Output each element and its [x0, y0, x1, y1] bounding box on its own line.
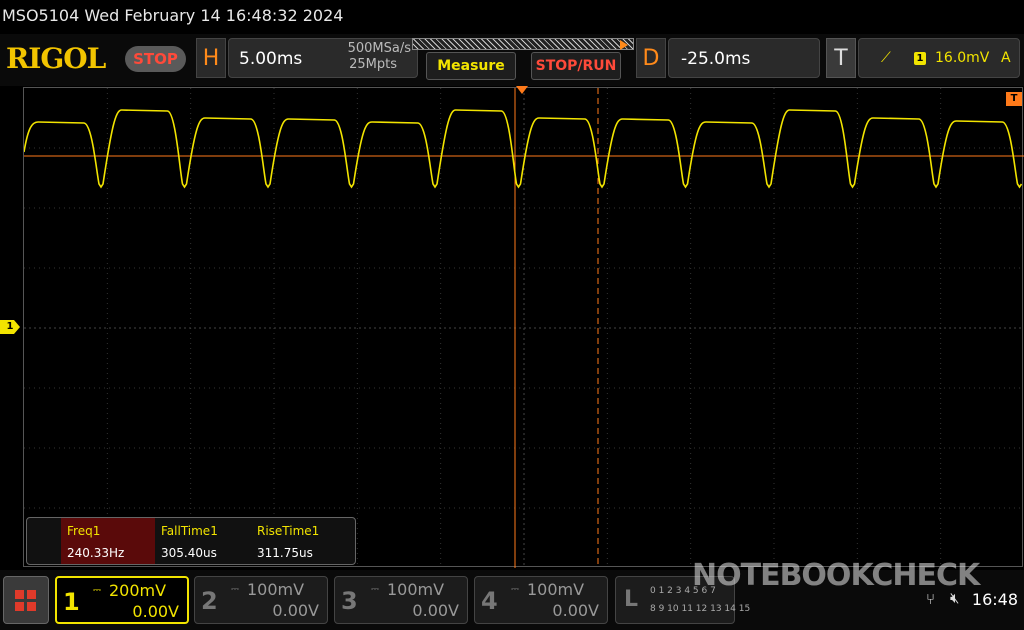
measurement-name: FallTime1	[161, 524, 218, 538]
channel-number: 2	[201, 587, 218, 615]
top-toolbar: RIGOL STOP H 5.00ms 500MSa/s 25Mpts Meas…	[0, 34, 1024, 86]
channel-3-box[interactable]: 3 ⎓ 100mV 0.00V	[334, 576, 468, 624]
logic-letter: L	[624, 587, 639, 612]
channel-offset: 0.00V	[412, 601, 459, 620]
dc-coupling-icon: ⎓	[231, 584, 239, 595]
measurement-risetime[interactable]: RiseTime1 311.75us	[251, 518, 345, 564]
rigol-logo: RIGOL	[6, 42, 106, 75]
trigger-source-badge: 1	[914, 52, 926, 65]
channel-scale: 100mV	[387, 580, 445, 599]
waveform-grid-svg	[24, 88, 1024, 568]
measurement-falltime[interactable]: FallTime1 305.40us	[155, 518, 249, 564]
trigger-level: 16.0mV	[935, 50, 990, 66]
timebase-value: 5.00ms	[239, 49, 303, 69]
trigger-menu-button[interactable]: T	[826, 38, 856, 78]
channel-number: 3	[341, 587, 358, 615]
trigger-mode: A	[1001, 50, 1011, 66]
watermark-logo: NOTEBOOKCHECK	[692, 558, 980, 593]
channel-scale: 100mV	[247, 580, 305, 599]
run-state-badge[interactable]: STOP	[125, 46, 186, 72]
channel-2-box[interactable]: 2 ⎓ 100mV 0.00V	[194, 576, 328, 624]
edge-trigger-icon: ⟋	[881, 50, 891, 66]
dc-coupling-icon: ⎓	[511, 584, 519, 595]
title-text: MSO5104 Wed February 14 16:48:32 2024	[2, 6, 344, 25]
overview-trigger-icon	[620, 40, 628, 50]
home-menu-button[interactable]	[3, 576, 49, 624]
stop-run-button[interactable]: STOP/RUN	[531, 52, 621, 80]
title-bar: MSO5104 Wed February 14 16:48:32 2024	[0, 0, 1024, 34]
measurement-name: Freq1	[67, 524, 101, 538]
measurement-panel[interactable]: Freq1 240.33Hz FallTime1 305.40us RiseTi…	[26, 517, 356, 565]
ch1-waveform	[24, 109, 1023, 189]
trigger-level-marker[interactable]: T	[1006, 92, 1022, 106]
measurement-name: RiseTime1	[257, 524, 320, 538]
channel-scale: 200mV	[109, 581, 167, 600]
channel-number: 1	[63, 588, 80, 616]
dc-coupling-icon: ⎓	[93, 585, 101, 596]
delay-panel[interactable]: -25.0ms	[668, 38, 820, 78]
waveform-overview[interactable]	[412, 38, 634, 50]
channel-1-box[interactable]: 1 ⎓ 200mV 0.00V	[55, 576, 189, 624]
channel-offset: 0.00V	[132, 602, 179, 621]
horizontal-menu-button[interactable]: H	[196, 38, 226, 78]
measurement-value: 311.75us	[257, 546, 313, 560]
channel-scale: 100mV	[527, 580, 585, 599]
dc-coupling-icon: ⎓	[371, 584, 379, 595]
measurement-value: 240.33Hz	[67, 546, 125, 560]
channel-4-box[interactable]: 4 ⎓ 100mV 0.00V	[474, 576, 608, 624]
sample-rate: 500MSa/s	[347, 41, 411, 56]
waveform-display[interactable]	[23, 87, 1024, 568]
measurement-freq[interactable]: Freq1 240.33Hz	[61, 518, 155, 564]
measurement-value: 305.40us	[161, 546, 217, 560]
logic-channels-high: 8 9 10 11 12 13 14 15	[650, 604, 751, 614]
channel-number: 4	[481, 587, 498, 615]
channel-offset: 0.00V	[552, 601, 599, 620]
horizontal-panel[interactable]: 5.00ms 500MSa/s 25Mpts	[228, 38, 418, 78]
grid-menu-icon	[15, 590, 36, 611]
trigger-position-marker[interactable]	[516, 86, 528, 94]
channel-offset: 0.00V	[272, 601, 319, 620]
measure-button[interactable]: Measure	[426, 52, 516, 80]
delay-menu-button[interactable]: D	[636, 38, 666, 78]
trigger-panel[interactable]: ⟋ 1 16.0mV A	[858, 38, 1020, 78]
memory-depth: 25Mpts	[349, 57, 397, 72]
delay-value: -25.0ms	[681, 49, 751, 69]
ch1-offset-marker[interactable]: 1	[0, 320, 20, 334]
